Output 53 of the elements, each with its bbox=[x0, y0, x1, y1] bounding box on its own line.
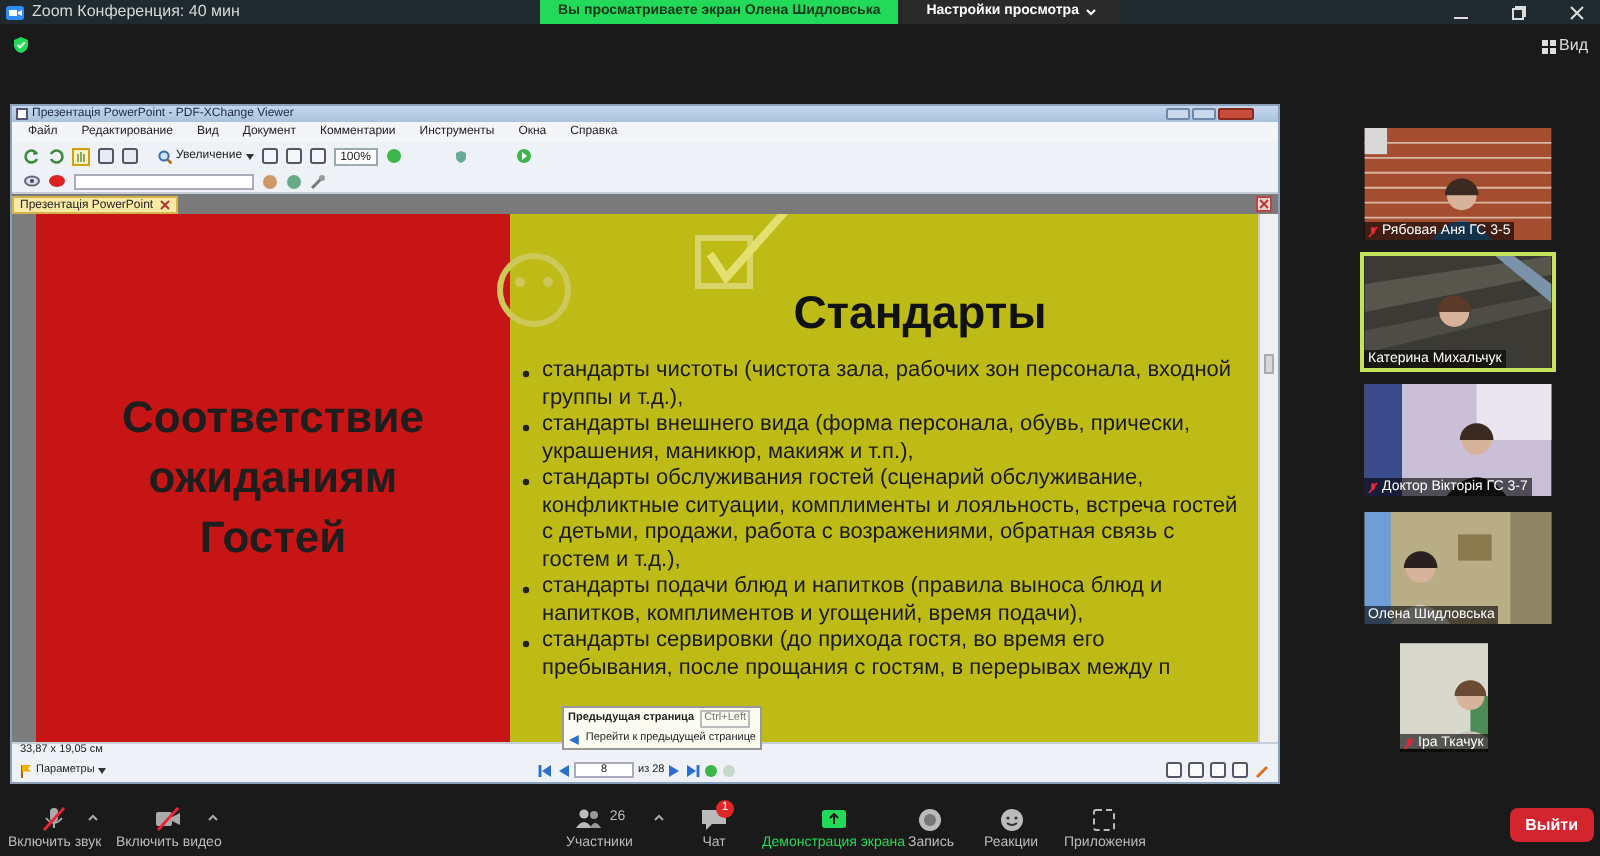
grid-icon bbox=[1541, 39, 1556, 53]
slide-heading: Стандарты bbox=[791, 286, 1049, 338]
go-icon[interactable] bbox=[516, 148, 533, 164]
magnifier-icon bbox=[158, 149, 172, 163]
slide-title: Соответствие ожиданиям Гостей bbox=[120, 390, 426, 566]
record-icon bbox=[916, 806, 945, 832]
continuous-page-icon[interactable] bbox=[1188, 762, 1204, 778]
bullet-icon bbox=[522, 478, 530, 486]
zoom-logo-icon bbox=[6, 5, 24, 19]
flag-icon bbox=[20, 763, 32, 777]
close-icon[interactable] bbox=[159, 200, 170, 210]
chevron-down-icon bbox=[1086, 8, 1097, 16]
two-page-icon[interactable] bbox=[1210, 762, 1226, 778]
shield-check-icon bbox=[12, 36, 30, 54]
bullet-text: стандарты сервировки (до прихода гостя, во время его пребывания, после прощания с гостям, в перерывах между п bbox=[542, 628, 1173, 682]
caret-up-icon[interactable] bbox=[654, 814, 664, 822]
two-continuous-icon[interactable] bbox=[1232, 762, 1248, 778]
fit-page-icon[interactable] bbox=[262, 148, 279, 164]
view-button[interactable]: Вид bbox=[1541, 34, 1588, 58]
previous-page-icon[interactable] bbox=[556, 763, 570, 778]
participants-icon bbox=[573, 806, 602, 832]
actual-size-icon[interactable] bbox=[310, 148, 327, 164]
apps-icon bbox=[1090, 806, 1119, 832]
first-page-icon[interactable] bbox=[538, 763, 552, 778]
minimize-button[interactable] bbox=[1166, 108, 1190, 120]
last-page-icon[interactable] bbox=[686, 763, 701, 778]
share-icon bbox=[819, 806, 848, 832]
window-title: Zoom Конференция: 40 мин bbox=[32, 4, 240, 20]
fit-width-icon[interactable] bbox=[286, 148, 303, 164]
apply-zoom-icon[interactable] bbox=[386, 148, 403, 164]
caret-up-icon[interactable] bbox=[88, 814, 98, 822]
search-field[interactable] bbox=[74, 173, 254, 189]
bullet-icon bbox=[522, 370, 530, 378]
next-page-icon[interactable] bbox=[668, 763, 683, 778]
restore-icon[interactable] bbox=[1512, 5, 1526, 19]
pen-icon[interactable] bbox=[1254, 762, 1270, 778]
eye-icon[interactable] bbox=[24, 174, 40, 188]
smiley-drawing bbox=[494, 250, 574, 330]
reactions-icon bbox=[997, 806, 1026, 832]
bullet-icon bbox=[522, 424, 530, 432]
triangle-left-icon bbox=[568, 733, 580, 745]
shield-icon[interactable] bbox=[454, 149, 469, 163]
scroll-thumb[interactable] bbox=[1264, 354, 1274, 374]
bullet-icon bbox=[522, 586, 530, 594]
single-page-icon[interactable] bbox=[1166, 762, 1182, 778]
leave-button[interactable]: Выйти bbox=[1509, 808, 1594, 842]
caret-down-icon bbox=[98, 767, 107, 773]
caret-up-icon[interactable] bbox=[208, 814, 218, 822]
caret-down-icon bbox=[246, 153, 255, 159]
maximize-button[interactable] bbox=[1192, 108, 1216, 120]
tools-icon[interactable] bbox=[310, 173, 326, 189]
bullet-icon bbox=[522, 640, 530, 648]
scrollbar[interactable] bbox=[1258, 214, 1278, 742]
